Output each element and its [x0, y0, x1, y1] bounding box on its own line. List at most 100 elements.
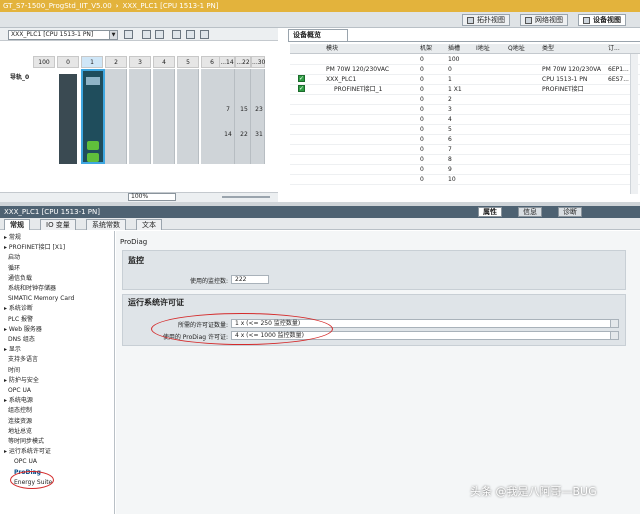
chevron-down-icon[interactable]: [610, 332, 618, 339]
tab-diagnostics[interactable]: 诊断: [558, 207, 582, 217]
monitor-count-field[interactable]: 222: [231, 275, 269, 284]
topology-icon: [467, 16, 474, 24]
nav-item[interactable]: ▸ 系统诊断: [4, 305, 33, 313]
nav-item[interactable]: 地址总览: [8, 428, 32, 436]
tab-network-view[interactable]: 网络视图: [520, 14, 568, 26]
toolbar-icon[interactable]: [155, 30, 164, 39]
nav-item[interactable]: 启动: [8, 254, 20, 262]
scrollbar[interactable]: [630, 54, 638, 194]
nav-item[interactable]: ▸ 防护与安全: [4, 377, 39, 385]
nav-item[interactable]: 等时同步模式: [8, 438, 44, 446]
table-row[interactable]: 03: [290, 105, 640, 115]
col-i-address[interactable]: I地址: [476, 44, 490, 54]
cell-order: 6EP1...: [608, 66, 629, 73]
nav-item[interactable]: SIMATIC Memory Card: [8, 295, 74, 303]
device-select[interactable]: XXX_PLC1 [CPU 1513-1 PN] ▼: [8, 30, 118, 40]
cell-rack: 0: [420, 116, 424, 123]
nav-item[interactable]: 组态控制: [8, 407, 32, 415]
empty-slot[interactable]: [251, 69, 265, 164]
chevron-down-icon[interactable]: [610, 320, 618, 327]
toolbar-icon[interactable]: [124, 30, 133, 39]
cell-rack: 0: [420, 176, 424, 183]
zoom-select[interactable]: 100%: [128, 193, 176, 201]
nav-item[interactable]: ▸ 显示: [4, 346, 21, 354]
cell-rack: 0: [420, 156, 424, 163]
col-slot[interactable]: 插槽: [448, 44, 460, 54]
empty-slot[interactable]: [235, 69, 251, 164]
cpu-module[interactable]: [81, 69, 105, 164]
device-name: XXX_PLC1 [CPU 1513-1 PN]: [122, 2, 219, 10]
col-q-address[interactable]: Q地址: [508, 44, 525, 54]
nav-item[interactable]: ▸ 系统电源: [4, 397, 33, 405]
tab-device-overview[interactable]: 设备概览: [288, 29, 348, 41]
table-row[interactable]: PM 70W 120/230VAC 0 0 PM 70W 120/230VA 6EP1.…: [290, 65, 640, 75]
nav-item[interactable]: OPC UA: [8, 387, 31, 395]
table-row[interactable]: 07: [290, 145, 640, 155]
toolbar-icon[interactable]: [172, 30, 181, 39]
col-rack[interactable]: 机架: [420, 44, 432, 54]
watermark: 头条 @我是八阿哥—BUG: [470, 485, 597, 498]
table-row[interactable]: 08: [290, 155, 640, 165]
tab-info[interactable]: 信息: [518, 207, 542, 217]
chevron-down-icon[interactable]: ▼: [109, 31, 117, 39]
table-row[interactable]: PROFINET接口_1 0 1 X1 PROFINET接口: [290, 84, 640, 95]
zoom-slider[interactable]: [222, 196, 270, 198]
table-row[interactable]: 04: [290, 115, 640, 125]
slot-header: 100 0 1 2 3 4 5 6 ...14 ...22 ...30: [33, 56, 265, 68]
slot-number: 5: [177, 56, 199, 68]
zoom-icon[interactable]: [200, 30, 209, 39]
table-row[interactable]: XXX_PLC1 0 1 CPU 1513-1 PN 6ES7...: [290, 74, 640, 85]
empty-slot[interactable]: [177, 69, 199, 164]
tab-device-view[interactable]: 设备视图: [578, 14, 626, 26]
cell-rack: 0: [420, 96, 424, 103]
table-row[interactable]: 09: [290, 165, 640, 175]
table-row[interactable]: 05: [290, 125, 640, 135]
nav-item[interactable]: OPC UA: [14, 458, 37, 466]
empty-slot[interactable]: [129, 69, 151, 164]
nav-item[interactable]: 通信负载: [8, 275, 32, 283]
empty-slot[interactable]: [219, 69, 235, 164]
tab-topology-view[interactable]: 拓扑视图: [462, 14, 510, 26]
nav-item[interactable]: ▸ Web 服务器: [4, 326, 42, 334]
nav-item-label: 通信负载: [8, 274, 33, 282]
cell-rack: 0: [420, 146, 424, 153]
col-type[interactable]: 类型: [542, 44, 554, 54]
io-number: 31: [255, 131, 263, 138]
table-row[interactable]: 0 100: [290, 55, 640, 65]
check-icon: [298, 74, 305, 84]
nav-item[interactable]: PLC 报警: [8, 316, 33, 324]
empty-slot[interactable]: [105, 69, 127, 164]
nav-item[interactable]: DNS 组态: [8, 336, 35, 344]
io-number: 15: [240, 106, 248, 113]
col-module[interactable]: 模块: [326, 44, 338, 54]
cell-type: CPU 1513-1 PN: [542, 76, 588, 83]
table-row[interactable]: 06: [290, 135, 640, 145]
tab-system-constants[interactable]: 系统常数: [86, 219, 126, 230]
tab-properties[interactable]: 属性: [478, 207, 502, 217]
nav-item[interactable]: ▸ PROFINET接口 [X1]: [4, 244, 65, 252]
nav-item-label: 系统诊断: [8, 305, 33, 313]
nav-item[interactable]: 时间: [8, 367, 20, 375]
nav-item[interactable]: 连接资源: [8, 418, 32, 426]
table-row[interactable]: 02: [290, 95, 640, 105]
cell-slot: 1 X1: [448, 86, 462, 93]
nav-item[interactable]: 循环: [8, 265, 20, 273]
empty-slot[interactable]: [153, 69, 175, 164]
slot-number: ...14: [219, 56, 235, 68]
power-module[interactable]: [59, 74, 77, 164]
toolbar-icon[interactable]: [186, 30, 195, 39]
slot-number: ...30: [251, 56, 265, 68]
table-row[interactable]: 0 10: [290, 175, 640, 185]
tab-io-tags[interactable]: IO 变量: [40, 219, 76, 230]
cell-rack: 0: [420, 106, 424, 113]
cell-module: PROFINET接口_1: [334, 86, 383, 93]
nav-item[interactable]: 系统和时钟存储器: [8, 285, 56, 293]
tab-texts[interactable]: 文本: [136, 219, 162, 230]
nav-item[interactable]: 支持多语言: [8, 356, 38, 364]
col-order[interactable]: 订...: [608, 44, 620, 54]
nav-item[interactable]: ▸ 运行系统许可证: [4, 448, 51, 456]
nav-item[interactable]: ▸ 常规: [4, 234, 21, 242]
toolbar-icon[interactable]: [142, 30, 151, 39]
tab-general[interactable]: 常规: [4, 219, 30, 230]
check-icon: [298, 84, 305, 94]
